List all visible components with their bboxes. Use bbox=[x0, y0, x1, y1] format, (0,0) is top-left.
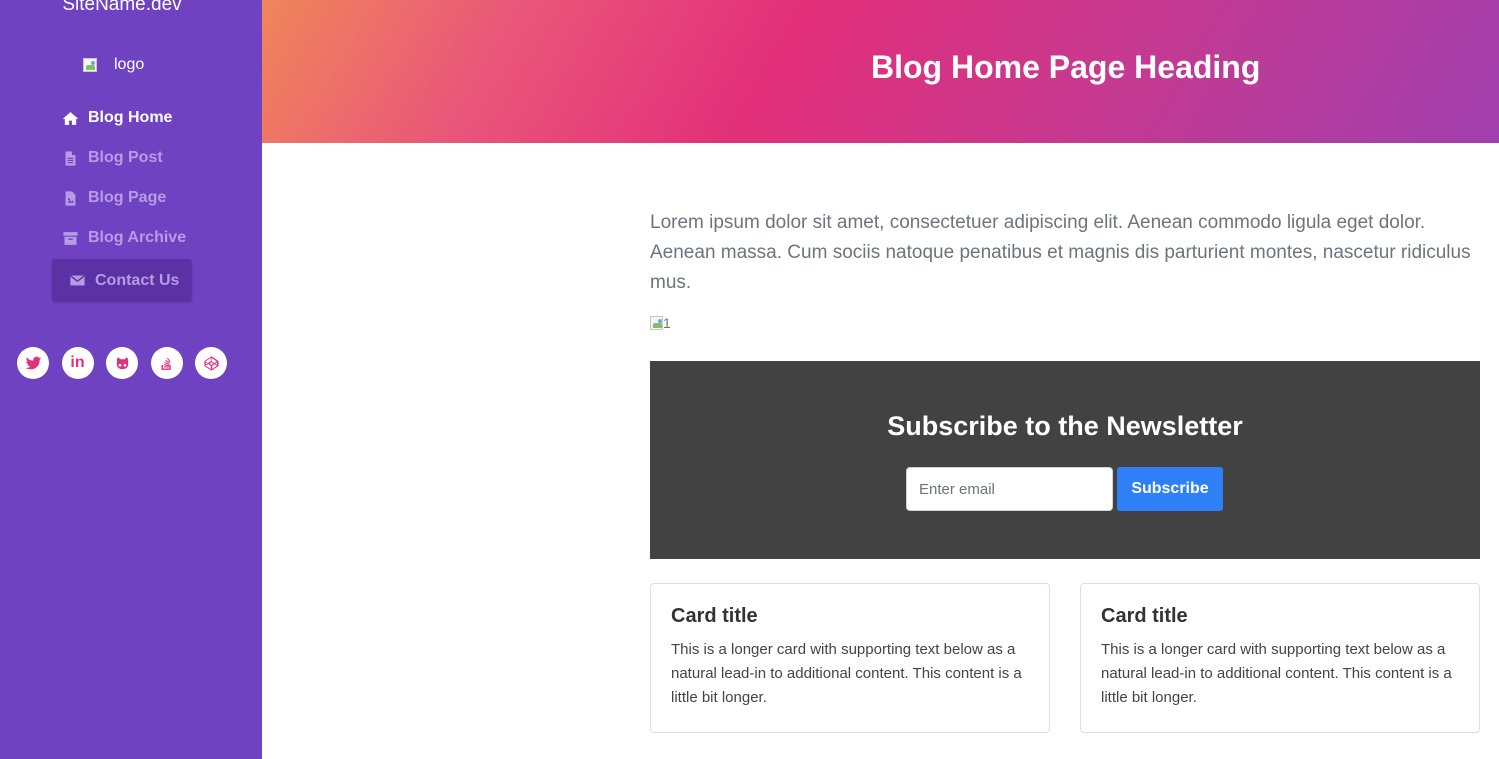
card-text: This is a longer card with supporting te… bbox=[1101, 641, 1452, 706]
sidebar-nav: Blog Home Blog Post Blog Page Blog Archi… bbox=[52, 98, 192, 302]
nav-label: Blog Page bbox=[88, 189, 167, 206]
card: Card title This is a longer card with su… bbox=[650, 583, 1050, 733]
nav-label: Blog Post bbox=[88, 149, 163, 166]
email-input[interactable] bbox=[906, 467, 1113, 511]
newsletter-section: Subscribe to the Newsletter Subscribe bbox=[650, 361, 1480, 559]
logo-alt-text: logo bbox=[114, 56, 145, 73]
linkedin-link[interactable]: in bbox=[61, 347, 94, 379]
social-links: in bbox=[17, 347, 240, 379]
nav-label: Blog Archive bbox=[88, 229, 187, 246]
page-title: Blog Home Page Heading bbox=[871, 49, 1261, 85]
card-title: Card title bbox=[1101, 605, 1188, 627]
hero-banner: Blog Home Page Heading bbox=[262, 0, 1499, 143]
subscribe-button[interactable]: Subscribe bbox=[1117, 467, 1223, 511]
intro-paragraph: Lorem ipsum dolor sit amet, consectetuer… bbox=[650, 212, 1471, 293]
file-icon bbox=[61, 149, 79, 167]
nav-item-contact-us[interactable]: Contact Us bbox=[52, 259, 192, 302]
stackoverflow-icon bbox=[161, 357, 171, 370]
twitter-icon bbox=[25, 356, 41, 369]
sidebar: SiteName.dev logo Blog Home Blog Post Bl… bbox=[0, 0, 262, 759]
nav-item-blog-post[interactable]: Blog Post bbox=[52, 138, 192, 178]
nav-item-blog-page[interactable]: Blog Page bbox=[52, 178, 192, 218]
codepen-link[interactable] bbox=[195, 347, 227, 379]
nav-item-blog-home[interactable]: Blog Home bbox=[52, 98, 192, 138]
file-image-icon bbox=[61, 189, 79, 207]
github-link[interactable] bbox=[106, 347, 138, 379]
archive-icon bbox=[61, 229, 79, 247]
home-icon bbox=[61, 109, 79, 127]
nav-item-blog-archive[interactable]: Blog Archive bbox=[52, 218, 192, 258]
github-icon bbox=[116, 356, 128, 369]
card-title: Card title bbox=[671, 605, 758, 627]
newsletter-title: Subscribe to the Newsletter bbox=[887, 411, 1243, 441]
twitter-link[interactable] bbox=[17, 347, 49, 379]
content-image: 1 bbox=[650, 315, 671, 331]
broken-image-icon bbox=[650, 316, 663, 330]
linkedin-icon: in bbox=[70, 354, 85, 371]
image-alt-text: 1 bbox=[663, 315, 671, 331]
stackoverflow-link[interactable] bbox=[150, 347, 183, 379]
site-name[interactable]: SiteName.dev bbox=[0, 0, 244, 16]
card: Card title This is a longer card with su… bbox=[1080, 583, 1480, 733]
card-text: This is a longer card with supporting te… bbox=[671, 641, 1022, 706]
nav-label: Contact Us bbox=[95, 271, 180, 289]
codepen-icon bbox=[203, 355, 219, 371]
broken-image-icon bbox=[83, 58, 97, 72]
logo[interactable]: logo bbox=[83, 56, 144, 74]
nav-label: Blog Home bbox=[88, 109, 173, 126]
envelope-icon bbox=[68, 272, 86, 290]
